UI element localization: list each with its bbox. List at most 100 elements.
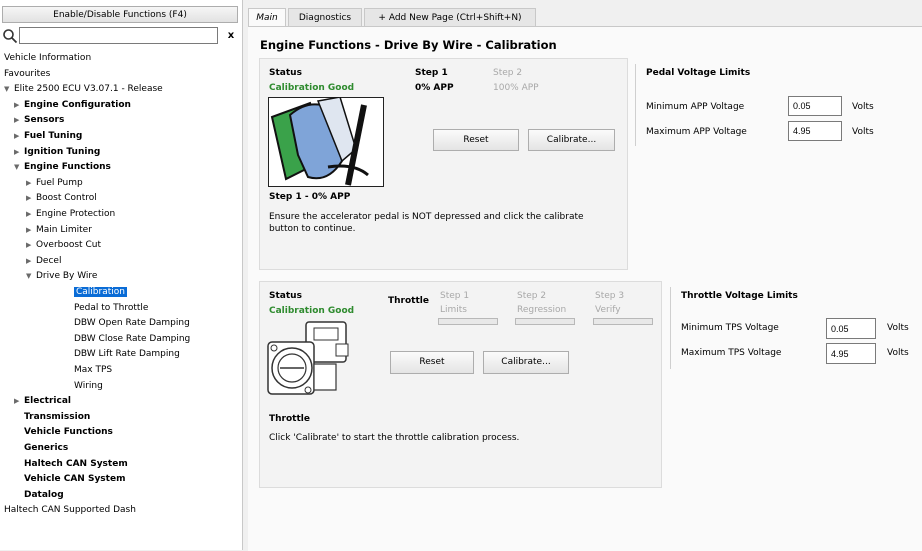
tree-item-drive-by-wire[interactable]: ▼ Drive By Wire <box>26 269 97 283</box>
chevron-down-icon[interactable]: ▼ <box>26 269 36 283</box>
search-icon[interactable] <box>2 28 18 44</box>
enable-disable-functions-button[interactable]: Enable/Disable Functions (F4) <box>2 6 238 23</box>
tree-item-ignition-tuning[interactable]: ▶ Ignition Tuning <box>14 145 100 159</box>
chevron-right-icon[interactable]: ▶ <box>26 238 36 252</box>
max-app-voltage-field[interactable] <box>788 121 842 141</box>
tree-item-main-limiter[interactable]: ▶ Main Limiter <box>26 223 92 237</box>
tree-item-overboost-cut[interactable]: ▶ Overboost Cut <box>26 238 101 252</box>
tree-item-engine-configuration[interactable]: ▶ Engine Configuration <box>14 98 131 112</box>
pedal-status-label: Status <box>269 68 302 78</box>
chevron-right-icon[interactable]: ▶ <box>26 176 36 190</box>
chevron-down-icon[interactable]: ▼ <box>4 82 14 96</box>
max-app-voltage-label: Maximum APP Voltage <box>646 127 747 137</box>
throttle-step2-title: Step 2 <box>517 291 547 301</box>
tree-item-elite-2500-ecu-v3-07-1-release[interactable]: ▼ Elite 2500 ECU V3.07.1 - Release <box>4 82 163 96</box>
chevron-right-icon[interactable]: ▶ <box>14 113 24 127</box>
tree-item-vehicle-can-system[interactable]: Vehicle CAN System <box>24 472 125 486</box>
throttle-step2-progress <box>515 318 575 325</box>
tree-item-engine-protection[interactable]: ▶ Engine Protection <box>26 207 115 221</box>
tree-item-label: Engine Configuration <box>24 99 131 110</box>
tree-item-fuel-pump[interactable]: ▶ Fuel Pump <box>26 176 83 190</box>
tree-item-dbw-open-rate-damping[interactable]: DBW Open Rate Damping <box>74 316 190 330</box>
max-tps-voltage-field[interactable] <box>826 343 876 364</box>
tree-item-max-tps[interactable]: Max TPS <box>74 363 112 377</box>
tree-item-engine-functions[interactable]: ▼ Engine Functions <box>14 160 111 174</box>
chevron-right-icon[interactable]: ▶ <box>26 223 36 237</box>
min-tps-voltage-field[interactable] <box>826 318 876 339</box>
tree-item-label: Datalog <box>24 489 64 500</box>
tree-item-calibration[interactable]: Calibration <box>74 285 127 299</box>
tree-item-boost-control[interactable]: ▶ Boost Control <box>26 191 97 205</box>
chevron-right-icon[interactable]: ▶ <box>14 98 24 112</box>
max-app-voltage-unit: Volts <box>852 127 874 137</box>
tree-item-label: Generics <box>24 443 69 453</box>
min-app-voltage-field[interactable] <box>788 96 842 116</box>
tree-item-label: Main Limiter <box>36 224 92 235</box>
tree-item-label: Sensors <box>24 115 65 126</box>
navigation-pane: Enable/Disable Functions (F4) x Vehicle … <box>0 0 243 550</box>
chevron-right-icon[interactable]: ▶ <box>14 129 24 143</box>
tree-item-label: Electrical <box>24 396 71 407</box>
tree-item-decel[interactable]: ▶ Decel <box>26 254 61 268</box>
chevron-right-icon[interactable]: ▶ <box>14 394 24 408</box>
tree-item-label: Drive By Wire <box>36 271 98 282</box>
clear-search-button[interactable]: x <box>222 27 240 44</box>
tree-item-label: Haltech CAN Supported Dash <box>4 505 136 516</box>
pedal-calibrate-button[interactable]: Calibrate... <box>528 129 615 151</box>
tab-main[interactable]: Main <box>248 8 286 26</box>
pedal-instructions: Ensure the accelerator pedal is NOT depr… <box>269 212 584 234</box>
tree-item-generics[interactable]: Generics <box>24 441 68 455</box>
throttle-label: Throttle <box>388 296 429 306</box>
tree-item-wiring[interactable]: Wiring <box>74 379 103 393</box>
tree-item-favourites[interactable]: Favourites <box>4 67 50 81</box>
tree-item-electrical[interactable]: ▶ Electrical <box>14 394 71 408</box>
min-app-voltage-label: Minimum APP Voltage <box>646 102 745 112</box>
tree-item-label: DBW Open Rate Damping <box>74 318 190 329</box>
tree-item-datalog[interactable]: Datalog <box>24 488 64 502</box>
pedal-status-value: Calibration Good <box>269 83 355 93</box>
tree-item-label: Boost Control <box>36 193 97 204</box>
tree-item-label: Calibration <box>74 287 127 297</box>
throttle-step1-sub: Limits <box>440 305 467 315</box>
page-title: Engine Functions - Drive By Wire - Calib… <box>260 38 557 52</box>
pedal-reset-button[interactable]: Reset <box>433 129 519 151</box>
tree-item-label: Ignition Tuning <box>24 146 101 157</box>
search-input[interactable] <box>19 27 218 44</box>
tree-item-label: Elite 2500 ECU V3.07.1 - Release <box>14 84 163 95</box>
tree-item-label: Fuel Tuning <box>24 131 83 141</box>
throttle-instructions: Click 'Calibrate' to start the throttle … <box>269 433 520 443</box>
throttle-step3-title: Step 3 <box>595 291 625 301</box>
tab-diagnostics[interactable]: Diagnostics <box>288 8 362 26</box>
tree-item-label: Engine Protection <box>36 209 116 219</box>
throttle-calibrate-button[interactable]: Calibrate... <box>483 351 569 374</box>
throttle-step2-sub: Regression <box>517 305 567 315</box>
tree-item-haltech-can-supported-dash[interactable]: Haltech CAN Supported Dash <box>4 503 136 517</box>
throttle-status-label: Status <box>269 291 302 301</box>
throttle-limits-divider <box>670 287 671 369</box>
chevron-right-icon[interactable]: ▶ <box>26 191 36 205</box>
tree-item-label: DBW Lift Rate Damping <box>74 349 180 360</box>
tree-item-label: Pedal to Throttle <box>74 302 149 313</box>
tree-item-dbw-close-rate-damping[interactable]: DBW Close Rate Damping <box>74 332 190 346</box>
chevron-right-icon[interactable]: ▶ <box>26 207 36 221</box>
tree-item-sensors[interactable]: ▶ Sensors <box>14 113 64 127</box>
chevron-down-icon[interactable]: ▼ <box>14 160 24 174</box>
pedal-step-heading: Step 1 - 0% APP <box>269 192 351 202</box>
throttle-step1-title: Step 1 <box>440 291 470 301</box>
tree-item-transmission[interactable]: Transmission <box>24 410 90 424</box>
tree-item-vehicle-information[interactable]: Vehicle Information <box>4 51 91 65</box>
tab-add-new-page[interactable]: + Add New Page (Ctrl+Shift+N) <box>364 8 536 26</box>
chevron-right-icon[interactable]: ▶ <box>26 254 36 268</box>
pedal-limits-title: Pedal Voltage Limits <box>646 68 751 78</box>
tree-item-fuel-tuning[interactable]: ▶ Fuel Tuning <box>14 129 82 143</box>
min-tps-voltage-label: Minimum TPS Voltage <box>681 323 779 333</box>
tree-item-pedal-to-throttle[interactable]: Pedal to Throttle <box>74 301 148 315</box>
tree-item-label: Transmission <box>24 411 91 422</box>
tree-item-label: DBW Close Rate Damping <box>74 333 191 344</box>
tree-item-vehicle-functions[interactable]: Vehicle Functions <box>24 425 113 439</box>
tree-item-label: Wiring <box>74 380 103 391</box>
throttle-reset-button[interactable]: Reset <box>390 351 474 374</box>
chevron-right-icon[interactable]: ▶ <box>14 145 24 159</box>
tree-item-dbw-lift-rate-damping[interactable]: DBW Lift Rate Damping <box>74 347 180 361</box>
tree-item-haltech-can-system[interactable]: Haltech CAN System <box>24 457 128 471</box>
